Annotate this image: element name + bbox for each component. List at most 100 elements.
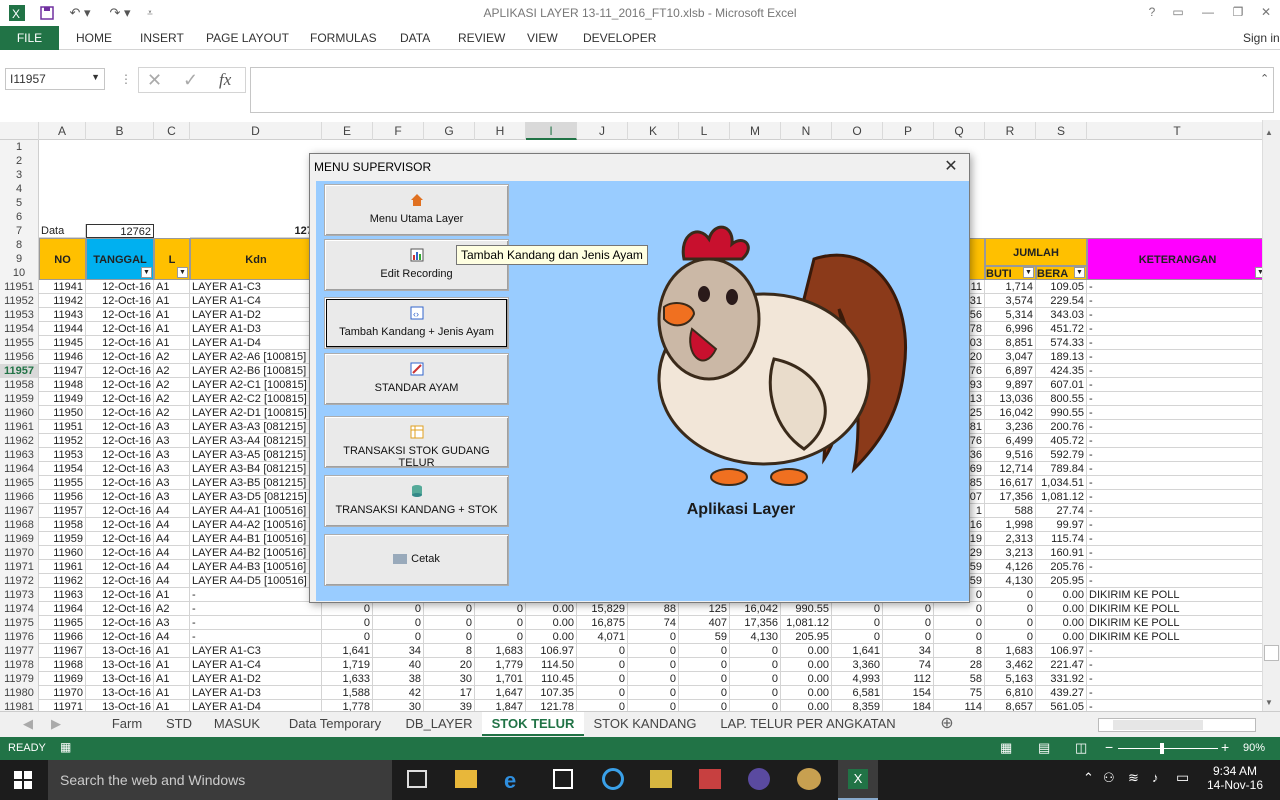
cell-kdn[interactable]: LAYER A1-D4 (190, 336, 322, 350)
cell-d[interactable]: LAYER A1-C4 (190, 658, 322, 672)
cell-tanggal[interactable]: 12-Oct-16 (86, 350, 154, 364)
page-layout-view-icon[interactable]: ▤ (1038, 740, 1050, 756)
cell-b[interactable]: 13-Oct-16 (86, 672, 154, 686)
row-header[interactable]: 11963 (0, 448, 39, 462)
cell-keterangan[interactable]: - (1087, 364, 1268, 378)
row-header[interactable]: 7 (0, 224, 39, 238)
cell-tanggal[interactable]: 12-Oct-16 (86, 490, 154, 504)
cell-no[interactable]: 11941 (39, 280, 86, 294)
cell-a[interactable]: 11971 (39, 700, 86, 711)
cell-i[interactable]: 114.50 (526, 658, 577, 672)
cell-kdn[interactable]: LAYER A2-D1 [100815] (190, 406, 322, 420)
cell-l[interactable]: 0 (679, 644, 730, 658)
cell-d[interactable]: LAYER A1-D3 (190, 686, 322, 700)
cell-o[interactable]: 6,581 (832, 686, 883, 700)
tab-review[interactable]: REVIEW (458, 26, 505, 50)
cell-d[interactable]: - (190, 630, 322, 644)
cell-keterangan[interactable]: - (1087, 406, 1268, 420)
cell-no[interactable]: 11943 (39, 308, 86, 322)
cell-c[interactable]: A1 (154, 588, 190, 602)
filter-dropdown-icon[interactable]: ▼ (177, 267, 188, 278)
cell-no[interactable]: 11957 (39, 504, 86, 518)
cell-l[interactable]: A3 (154, 434, 190, 448)
sheet-tab-farm[interactable]: Farm (101, 712, 153, 736)
tab-home[interactable]: HOME (76, 26, 112, 50)
cell-tanggal[interactable]: 12-Oct-16 (86, 560, 154, 574)
row-header[interactable]: 11978 (0, 658, 39, 672)
cell-n[interactable]: 0.00 (781, 644, 832, 658)
column-header-r[interactable]: R (985, 122, 1036, 140)
tab-data[interactable]: DATA (400, 26, 430, 50)
sheet-tab-std[interactable]: STD (158, 712, 200, 736)
column-header-p[interactable]: P (883, 122, 934, 140)
cancel-icon[interactable]: ✕ (147, 70, 162, 91)
cell-no[interactable]: 11947 (39, 364, 86, 378)
horizontal-scrollbar[interactable] (1098, 718, 1256, 732)
cell-p[interactable]: 34 (883, 644, 934, 658)
cell-s[interactable]: 331.92 (1036, 672, 1087, 686)
cell-s[interactable]: 106.97 (1036, 644, 1087, 658)
column-header-a[interactable]: A (39, 122, 86, 140)
cell-butir[interactable]: 12,714 (985, 462, 1036, 476)
cell-s[interactable]: 0.00 (1036, 616, 1087, 630)
transaksi-kandang-stok-button[interactable]: TRANSAKSI KANDANG + STOK (324, 475, 509, 527)
cell-o[interactable]: 3,360 (832, 658, 883, 672)
cell-t[interactable]: DIKIRIM KE POLL (1087, 630, 1268, 644)
row-header[interactable]: 6 (0, 210, 39, 224)
cell-butir[interactable]: 6,996 (985, 322, 1036, 336)
help-icon[interactable]: ? (1141, 2, 1163, 22)
row-header[interactable]: 11966 (0, 490, 39, 504)
sheet-tab-db-layer[interactable]: DB_LAYER (401, 712, 477, 736)
cell-tanggal[interactable]: 12-Oct-16 (86, 406, 154, 420)
cell-i[interactable]: 106.97 (526, 644, 577, 658)
cell-l[interactable]: A2 (154, 378, 190, 392)
cell-t[interactable]: DIKIRIM KE POLL (1087, 616, 1268, 630)
cell-j[interactable]: 0 (577, 700, 628, 711)
cell-no[interactable]: 11951 (39, 420, 86, 434)
row-header[interactable]: 11951 (0, 280, 39, 294)
store-icon[interactable] (553, 769, 573, 789)
cell-kdn[interactable]: LAYER A2-C1 [100815] (190, 378, 322, 392)
cell-keterangan[interactable]: - (1087, 532, 1268, 546)
row-header[interactable]: 11962 (0, 434, 39, 448)
cell-o[interactable]: 0 (832, 602, 883, 616)
cell-f[interactable]: 30 (373, 700, 424, 711)
cell-kdn[interactable]: LAYER A1-C3 (190, 280, 322, 294)
action-center-icon[interactable]: ▭ (1176, 769, 1189, 786)
cell-o[interactable]: 4,993 (832, 672, 883, 686)
cell-r[interactable]: 1,683 (985, 644, 1036, 658)
standar-ayam-button[interactable]: STANDAR AYAM (324, 353, 509, 405)
cell-q[interactable]: 0 (934, 616, 985, 630)
sign-in-link[interactable]: Sign in (1243, 26, 1280, 50)
column-header-g[interactable]: G (424, 122, 475, 140)
column-header-s[interactable]: S (1036, 122, 1087, 140)
cell-l[interactable]: A3 (154, 476, 190, 490)
cell-d[interactable]: LAYER A1-D2 (190, 672, 322, 686)
cell-berat[interactable]: 592.79 (1036, 448, 1087, 462)
cell-kdn[interactable]: LAYER A1-D3 (190, 322, 322, 336)
row-header[interactable]: 11956 (0, 350, 39, 364)
cell-no[interactable]: 11950 (39, 406, 86, 420)
prev-sheet-icon[interactable]: ◀ (20, 712, 36, 736)
next-sheet-icon[interactable]: ▶ (48, 712, 64, 736)
cell-i[interactable]: 107.35 (526, 686, 577, 700)
cell-kdn[interactable]: LAYER A4-B3 [100516] (190, 560, 322, 574)
row-header[interactable]: 11955 (0, 336, 39, 350)
cell-c[interactable]: A1 (154, 644, 190, 658)
cell-h[interactable]: 1,647 (475, 686, 526, 700)
cell-l[interactable]: 0 (679, 672, 730, 686)
cell-l[interactable]: A3 (154, 490, 190, 504)
cell-s[interactable]: 0.00 (1036, 588, 1087, 602)
cell-no[interactable]: 11949 (39, 392, 86, 406)
cell-q[interactable]: 58 (934, 672, 985, 686)
cell-berat[interactable]: 160.91 (1036, 546, 1087, 560)
cell-f[interactable]: 0 (373, 616, 424, 630)
cell-k[interactable]: 0 (628, 630, 679, 644)
cell-butir[interactable]: 17,356 (985, 490, 1036, 504)
cell-e[interactable]: 1,778 (322, 700, 373, 711)
tambah-kandang-button[interactable]: ‹› Tambah Kandang + Jenis Ayam (324, 297, 509, 349)
tab-file[interactable]: FILE (0, 26, 59, 50)
cell-b[interactable]: 12-Oct-16 (86, 616, 154, 630)
cell-a[interactable]: 11966 (39, 630, 86, 644)
cell-butir[interactable]: 4,126 (985, 560, 1036, 574)
